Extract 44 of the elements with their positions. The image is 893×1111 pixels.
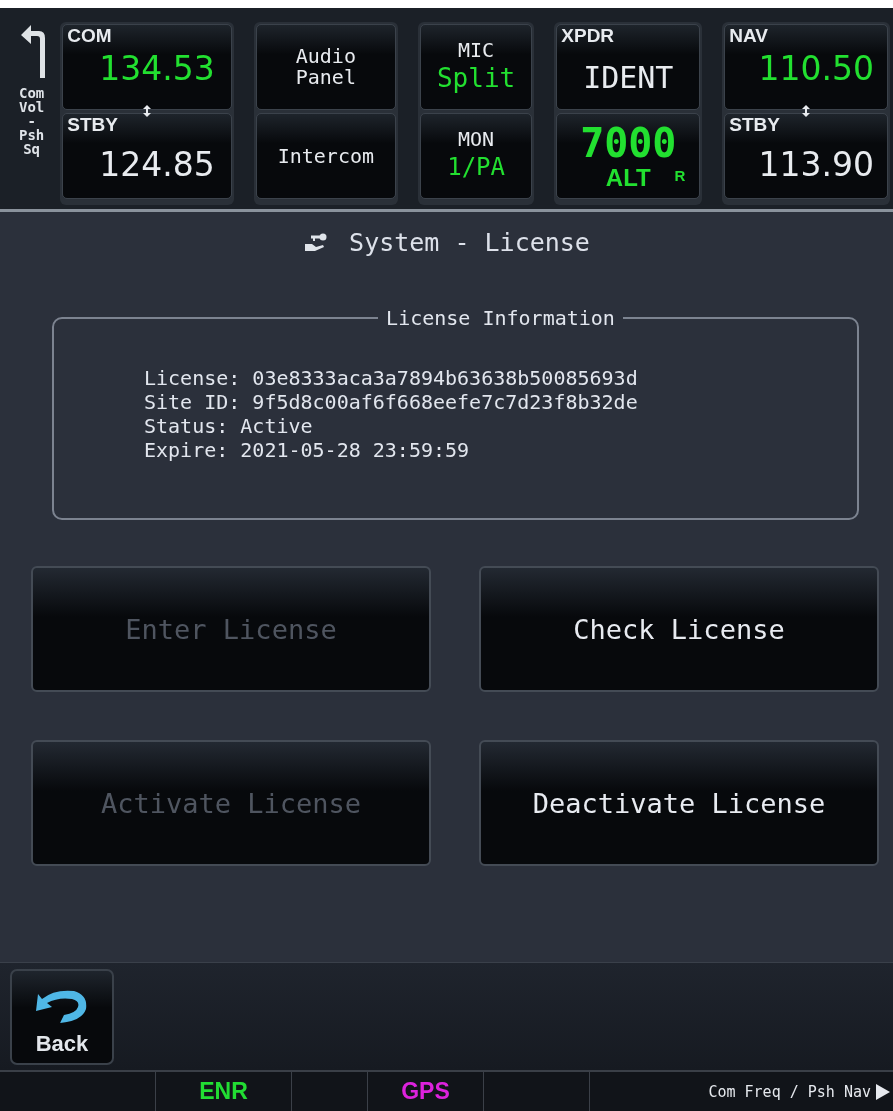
standby-label: STBY — [729, 115, 780, 135]
intercom-button[interactable]: Intercom — [255, 113, 396, 199]
mic-value: Split — [436, 61, 516, 95]
nav-label: NAV — [729, 26, 768, 46]
reply-indicator: R — [674, 166, 686, 186]
swap-arrow-icon — [141, 104, 153, 118]
transponder-code-button[interactable]: 7000 ALT R — [556, 113, 701, 199]
transponder-ident-button[interactable]: XPDR IDENT — [556, 24, 701, 110]
active-frequency: 134.53 — [99, 51, 215, 87]
mic-button[interactable]: MIC Split — [419, 24, 533, 110]
com-standby-button[interactable]: STBY 124.85 — [62, 113, 232, 199]
monitor-button[interactable]: MON 1/PA — [419, 113, 533, 199]
swap-arrow-icon — [800, 104, 813, 118]
com-active-button[interactable]: COM 134.53 — [62, 24, 232, 110]
nav-active-button[interactable]: NAV 110.50 — [724, 24, 888, 110]
license-action-button[interactable]: Check License — [479, 566, 879, 692]
transponder-mode: ALT — [605, 165, 651, 191]
play-arrow-icon — [875, 1082, 891, 1101]
audio-panel-button[interactable]: Audio Panel — [255, 24, 396, 110]
key-hand-icon — [303, 232, 328, 252]
standby-frequency: 113.90 — [758, 147, 874, 183]
active-frequency: 110.50 — [758, 51, 874, 87]
license-info-line: Status: Active — [144, 414, 314, 438]
standby-frequency: 124.85 — [99, 147, 215, 183]
nav-standby-button[interactable]: STBY 113.90 — [724, 113, 888, 199]
license-info-line: Site ID: 9f5d8c00af6f668eefe7c7d23f8b32de — [144, 390, 639, 414]
squawk-code: 7000 — [580, 121, 677, 165]
knob-label: Com Vol - Psh Sq — [18, 86, 45, 156]
knob-hint: Com Freq / Psh Nav — [708, 1082, 871, 1101]
page-title: System - License — [349, 227, 590, 257]
monitor-label: MON — [458, 128, 495, 150]
panel-title: License Information — [385, 306, 616, 330]
back-button[interactable]: Back — [10, 969, 114, 1065]
com-label: COM — [67, 26, 112, 46]
license-info-line: License: 03e8333aca3a7894b63638b50085693d — [144, 366, 639, 390]
status-field: GPS — [401, 1078, 450, 1105]
transponder-label: XPDR — [561, 26, 615, 46]
mic-label: MIC — [458, 39, 495, 61]
ident-label: IDENT — [583, 61, 674, 95]
standby-label: STBY — [67, 115, 118, 135]
license-info-line: Expire: 2021-05-28 23:59:59 — [144, 438, 471, 462]
status-field: ENR — [199, 1078, 248, 1105]
license-action-button[interactable]: Deactivate License — [479, 740, 879, 866]
monitor-value: 1/PA — [447, 151, 505, 183]
